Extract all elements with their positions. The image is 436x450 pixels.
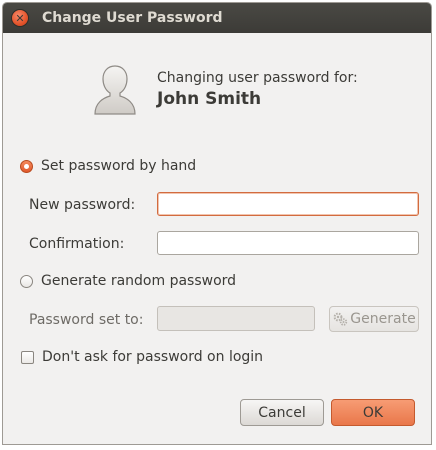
generate-button[interactable]: Generate (329, 306, 419, 332)
password-set-to-field (157, 306, 315, 331)
dont-ask-checkbox[interactable] (21, 350, 34, 364)
titlebar: ✕ Change User Password (3, 3, 431, 33)
gears-icon (333, 312, 348, 326)
radio-generate-random[interactable]: Generate random password (20, 273, 236, 289)
radio-set-by-hand-indicator[interactable] (20, 159, 33, 173)
password-set-to-label: Password set to: (29, 312, 144, 328)
cancel-button-label: Cancel (258, 404, 306, 421)
header-caption: Changing user password for: (157, 70, 358, 86)
generate-button-label: Generate (350, 311, 416, 327)
ok-button-label: OK (362, 404, 384, 421)
confirmation-label: Confirmation: (29, 236, 125, 252)
dont-ask-label: Don't ask for password on login (42, 349, 264, 365)
radio-set-by-hand[interactable]: Set password by hand (20, 158, 196, 174)
window-title: Change User Password (42, 10, 223, 26)
new-password-label: New password: (29, 197, 136, 213)
user-name: John Smith (157, 89, 262, 109)
radio-set-by-hand-label: Set password by hand (41, 158, 197, 174)
confirmation-input[interactable] (157, 231, 419, 255)
close-icon[interactable]: ✕ (12, 10, 28, 26)
user-avatar-icon (94, 65, 136, 115)
ok-button[interactable]: OK (331, 399, 415, 426)
cancel-button[interactable]: Cancel (240, 399, 324, 426)
change-password-dialog: ✕ Change User Password Changing user pas… (2, 2, 432, 445)
dont-ask-checkbox-row[interactable]: Don't ask for password on login (21, 349, 263, 365)
radio-generate-random-indicator[interactable] (20, 274, 33, 288)
new-password-input[interactable] (157, 192, 419, 216)
radio-generate-random-label: Generate random password (41, 273, 237, 289)
